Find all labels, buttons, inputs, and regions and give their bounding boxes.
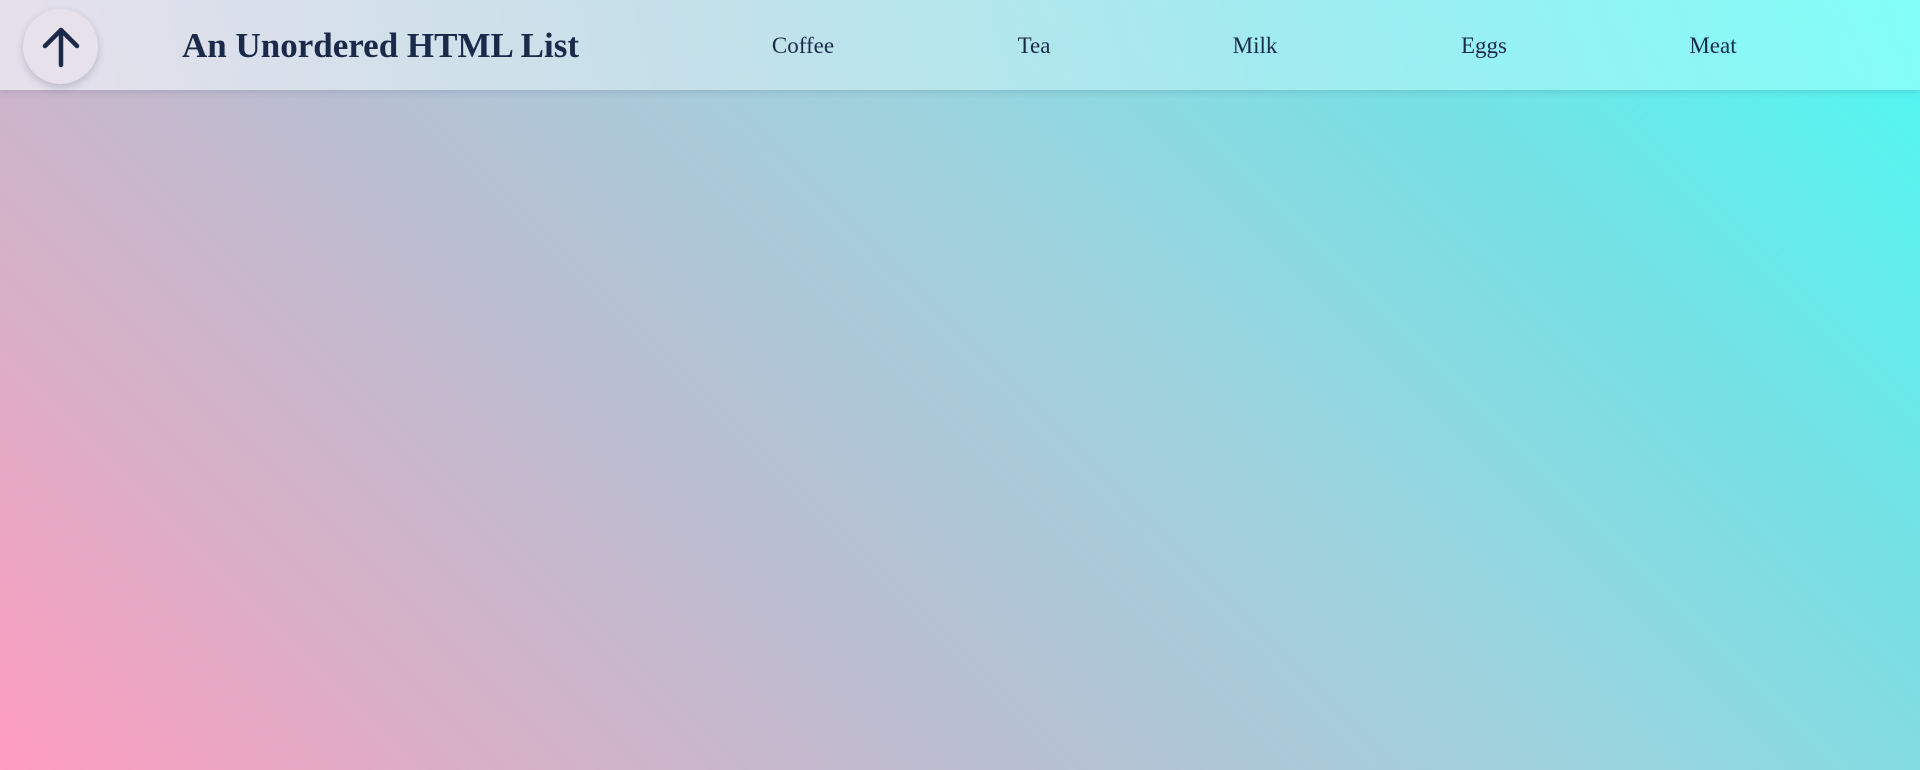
arrow-up-icon xyxy=(42,27,79,67)
nav-item-coffee[interactable]: Coffee xyxy=(733,31,873,61)
scroll-to-top-button[interactable] xyxy=(23,9,98,84)
nav-item-meat[interactable]: Meat xyxy=(1643,31,1783,61)
nav-item-milk[interactable]: Milk xyxy=(1185,31,1325,61)
page-title: An Unordered HTML List xyxy=(182,26,580,65)
nav-item-eggs[interactable]: Eggs xyxy=(1414,31,1554,61)
top-header-bar: An Unordered HTML List Coffee Tea Milk E… xyxy=(0,0,1920,90)
nav-item-tea[interactable]: Tea xyxy=(964,31,1104,61)
